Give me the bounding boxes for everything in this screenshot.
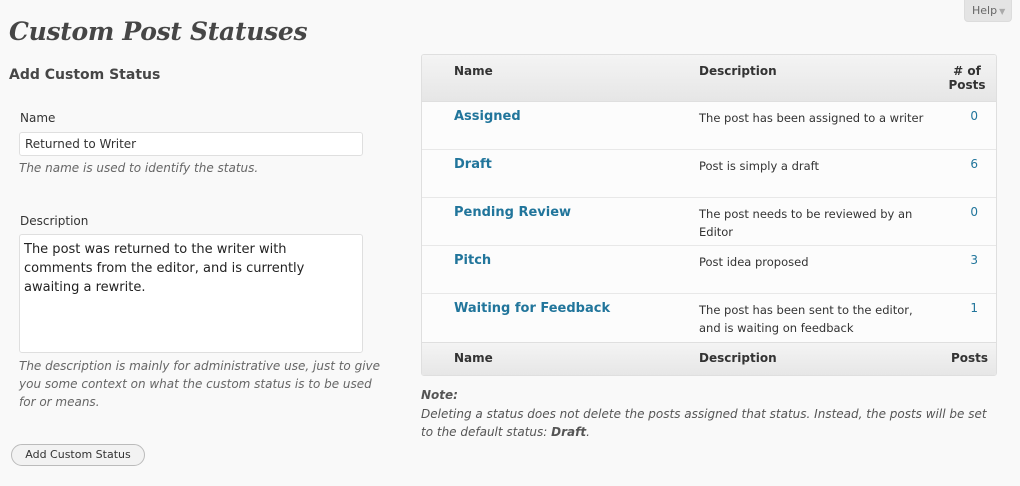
- description-hint: The description is mainly for administra…: [19, 359, 381, 409]
- status-name-link[interactable]: Pitch: [454, 253, 491, 268]
- status-name-link[interactable]: Draft: [454, 157, 492, 172]
- column-header-count[interactable]: # of Posts: [947, 64, 987, 92]
- status-description: The post has been sent to the editor, an…: [699, 303, 913, 335]
- table-row: Pending Review The post needs to be revi…: [422, 198, 996, 246]
- status-description: The post needs to be reviewed by an Edit…: [699, 207, 913, 239]
- page-title: Custom Post Statuses: [9, 17, 308, 46]
- status-name-link[interactable]: Assigned: [454, 109, 521, 124]
- footer-header-count[interactable]: Posts: [951, 351, 988, 365]
- status-post-count-link[interactable]: 6: [970, 157, 978, 171]
- note-default-status: Draft: [551, 425, 587, 439]
- column-header-name[interactable]: Name: [454, 64, 493, 78]
- table-header: Name Description # of Posts: [422, 55, 996, 102]
- footer-header-name[interactable]: Name: [454, 351, 493, 365]
- note-body: Deleting a status does not delete the po…: [421, 407, 987, 439]
- status-description: Post is simply a draft: [699, 159, 820, 173]
- help-tab[interactable]: Help ▼: [964, 0, 1012, 22]
- status-table: Name Description # of Posts Assigned The…: [421, 54, 997, 376]
- status-post-count-link[interactable]: 1: [970, 301, 978, 315]
- description-label: Description: [20, 214, 89, 228]
- help-label: Help: [972, 4, 998, 17]
- status-post-count-link[interactable]: 0: [970, 109, 978, 123]
- add-custom-status-button[interactable]: Add Custom Status: [11, 444, 145, 466]
- note-text: Deleting a status does not delete the po…: [421, 405, 1001, 441]
- note-title: Note:: [421, 388, 458, 402]
- status-name-link[interactable]: Pending Review: [454, 205, 571, 220]
- chevron-down-icon: ▼: [999, 7, 1006, 16]
- description-textarea[interactable]: The post was returned to the writer with…: [19, 234, 363, 353]
- note-end: .: [586, 425, 590, 439]
- footer-header-description[interactable]: Description: [699, 351, 777, 365]
- column-header-description[interactable]: Description: [699, 64, 777, 78]
- table-row: Pitch Post idea proposed 3: [422, 246, 996, 294]
- status-description: Post idea proposed: [699, 255, 809, 269]
- form-heading: Add Custom Status: [9, 67, 161, 83]
- status-name-link[interactable]: Waiting for Feedback: [454, 301, 610, 316]
- table-row: Draft Post is simply a draft 6: [422, 150, 996, 198]
- table-footer: Name Description Posts: [422, 342, 996, 375]
- status-post-count-link[interactable]: 0: [970, 205, 978, 219]
- name-input[interactable]: [19, 132, 363, 156]
- status-post-count-link[interactable]: 3: [970, 253, 978, 267]
- table-row: Waiting for Feedback The post has been s…: [422, 294, 996, 342]
- name-label: Name: [20, 111, 56, 125]
- table-row: Assigned The post has been assigned to a…: [422, 102, 996, 150]
- status-description: The post has been assigned to a writer: [699, 111, 924, 125]
- name-hint: The name is used to identify the status.: [19, 161, 259, 175]
